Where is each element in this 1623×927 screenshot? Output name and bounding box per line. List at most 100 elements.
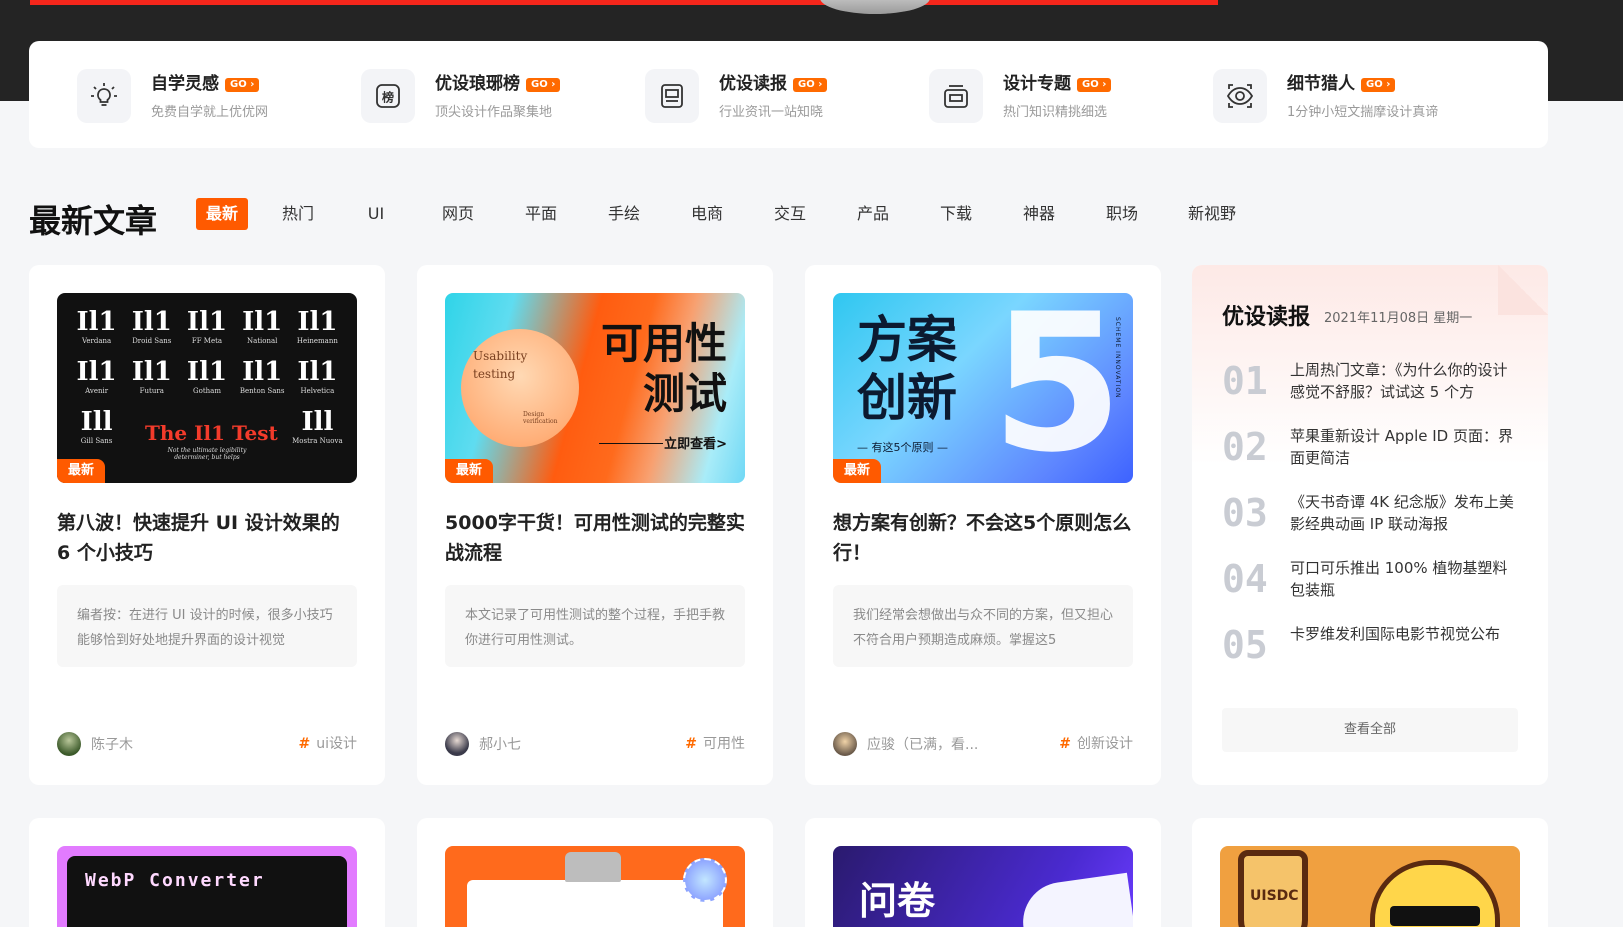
quick-nav-item-topics[interactable]: 设计专题 GO › 热门知识精挑细选 xyxy=(929,69,1159,123)
article-thumbnail[interactable]: Usability testing Design verification 可用… xyxy=(445,293,745,483)
font-sample-name: Heinemann xyxy=(296,337,338,345)
daily-news-panel: 优设读报 2021年11月08日 星期一 01 上周热门文章：《为什么你的设计感… xyxy=(1192,265,1548,785)
font-sample: Il1 Futura xyxy=(124,357,179,395)
news-item[interactable]: 02 苹果重新设计 Apple ID 页面：界面更简洁 xyxy=(1222,423,1522,473)
thumbnail-headline: The Il1 Test xyxy=(145,421,278,445)
quick-nav-title: 设计专题 GO › xyxy=(1003,69,1112,94)
tab-web[interactable]: 网页 xyxy=(440,198,476,230)
thumbnail-panel xyxy=(67,856,347,927)
font-sample-glyph: Ill xyxy=(80,407,113,437)
tab-handdrawn[interactable]: 手绘 xyxy=(606,198,642,230)
news-headline[interactable]: 可口可乐推出 100% 植物基塑料包装瓶 xyxy=(1290,557,1522,601)
tab-tools[interactable]: 神器 xyxy=(1021,198,1057,230)
article-card[interactable]: Usability testing Design verification 可用… xyxy=(417,265,773,785)
article-tag[interactable]: # 创新设计 xyxy=(1059,732,1133,756)
sunglasses-icon xyxy=(1390,906,1480,926)
go-badge: GO › xyxy=(225,78,260,92)
quick-nav-item-news[interactable]: 优设读报 GO › 行业资讯一站知晓 xyxy=(645,69,875,123)
article-thumbnail[interactable]: UISDC xyxy=(1220,846,1520,927)
thumbnail-headline: WebP Converter xyxy=(85,870,265,891)
thumbnail-divider xyxy=(599,443,663,444)
article-title[interactable]: 想方案有创新？不会这5个原则怎么行！ xyxy=(833,508,1133,568)
font-sample-glyph: Il1 xyxy=(131,307,172,337)
hash-icon: # xyxy=(685,736,697,752)
news-headline[interactable]: 《天书奇谭 4K 纪念版》发布上美影经典动画 IP 联动海报 xyxy=(1290,491,1522,535)
news-item[interactable]: 05 卡罗维发利国际电影节视觉公布 xyxy=(1222,621,1522,671)
scroll-paper-icon xyxy=(1017,872,1133,927)
article-excerpt: 编者按：在进行 UI 设计的时候，很多小技巧能够恰到好处地提升界面的设计视觉 xyxy=(57,585,357,667)
news-headline[interactable]: 上周热门文章：《为什么你的设计感觉不舒服？试试这 5 个方 xyxy=(1290,359,1522,403)
tab-career[interactable]: 职场 xyxy=(1104,198,1140,230)
article-thumbnail[interactable] xyxy=(445,846,745,927)
newspaper-icon xyxy=(645,69,699,123)
article-thumbnail[interactable]: 5 方案创新 — 有这5个原则 — SCHEME INNOVATION 最新 xyxy=(833,293,1133,483)
article-title[interactable]: 5000字干货！可用性测试的完整实战流程 xyxy=(445,508,745,568)
tab-graphic[interactable]: 平面 xyxy=(523,198,559,230)
author[interactable]: 陈子木 xyxy=(57,732,133,756)
news-headline[interactable]: 卡罗维发利国际电影节视觉公布 xyxy=(1290,623,1522,645)
page-fold-decoration xyxy=(1498,265,1548,315)
news-number: 03 xyxy=(1222,491,1268,535)
thumbnail-vertical-text: SCHEME INNOVATION xyxy=(1114,317,1121,399)
quick-nav-title: 细节猎人 GO › xyxy=(1287,69,1396,94)
font-sample-glyph: Il1 xyxy=(76,357,117,387)
font-sample: Il1 Avenir xyxy=(69,357,124,395)
quick-nav-subtitle: 免费自学就上优优网 xyxy=(151,105,269,120)
author-name: 应骏（已满，看... xyxy=(867,737,979,753)
article-tag[interactable]: # ui设计 xyxy=(299,732,358,756)
tab-new-vision[interactable]: 新视野 xyxy=(1186,198,1238,230)
tab-product[interactable]: 产品 xyxy=(855,198,891,230)
thumbnail-headline: 问卷 xyxy=(859,879,936,923)
lightbulb-icon xyxy=(77,69,131,123)
news-item[interactable]: 01 上周热门文章：《为什么你的设计感觉不舒服？试试这 5 个方 xyxy=(1222,357,1522,407)
go-badge: GO › xyxy=(1077,78,1112,92)
article-card[interactable]: UISDC xyxy=(1192,818,1548,927)
font-sample: Il1 Droid Sans xyxy=(124,307,179,345)
font-sample-glyph: Il1 xyxy=(186,307,228,337)
article-card[interactable]: 问卷 xyxy=(805,818,1161,927)
thumbnail-link-text: 立即查看> xyxy=(664,437,727,452)
article-tag[interactable]: # 可用性 xyxy=(685,732,745,756)
font-sample-glyph: Ill xyxy=(301,407,334,437)
article-card[interactable] xyxy=(417,818,773,927)
thumbnail-number: 5 xyxy=(991,293,1124,483)
article-card[interactable]: 5 方案创新 — 有这5个原则 — SCHEME INNOVATION 最新 想… xyxy=(805,265,1161,785)
news-item[interactable]: 03 《天书奇谭 4K 纪念版》发布上美影经典动画 IP 联动海报 xyxy=(1222,489,1522,539)
view-all-button[interactable]: 查看全部 xyxy=(1222,708,1518,752)
article-excerpt: 我们经常会想做出与众不同的方案，但又担心不符合用户预期造成麻烦。掌握这5 xyxy=(833,585,1133,667)
quick-nav-item-inspiration[interactable]: 自学灵感 GO › 免费自学就上优优网 xyxy=(77,69,307,123)
article-title[interactable]: 第八波！快速提升 UI 设计效果的 6 个小技巧 xyxy=(57,508,357,568)
news-number: 01 xyxy=(1222,359,1268,403)
article-thumbnail[interactable]: Il1 Verdana Il1 Droid Sans Il1 FF Meta Il1 Nati… xyxy=(57,293,357,483)
author[interactable]: 应骏（已满，看... xyxy=(833,732,978,756)
font-sample-glyph: Il1 xyxy=(242,307,283,337)
avatar xyxy=(445,732,469,756)
font-sample-glyph: Il1 xyxy=(297,307,338,337)
font-sample-name: Mostra Nuova xyxy=(292,437,343,445)
thumbnail-subtitle: — 有这5个原则 — xyxy=(857,441,948,454)
tab-interaction[interactable]: 交互 xyxy=(772,198,808,230)
tab-download[interactable]: 下载 xyxy=(938,198,974,230)
author[interactable]: 郝小七 xyxy=(445,732,521,756)
quick-nav-item-ranking[interactable]: 榜 优设琅琊榜 GO › 顶尖设计作品聚集地 xyxy=(361,69,591,123)
news-item[interactable]: 04 可口可乐推出 100% 植物基塑料包装瓶 xyxy=(1222,555,1522,605)
quick-nav-subtitle: 顶尖设计作品聚集地 xyxy=(435,105,553,120)
font-sample: Il1 Heinemann xyxy=(290,307,345,345)
tab-latest[interactable]: 最新 xyxy=(196,198,248,230)
quick-nav-item-detail-hunter[interactable]: 细节猎人 GO › 1分钟小短文揣摩设计真谛 xyxy=(1213,69,1463,123)
tab-ecommerce[interactable]: 电商 xyxy=(689,198,725,230)
quick-nav-title: 优设读报 GO › xyxy=(719,69,828,94)
tab-ui[interactable]: UI xyxy=(362,198,390,230)
news-headline[interactable]: 苹果重新设计 Apple ID 页面：界面更简洁 xyxy=(1290,425,1522,469)
news-panel-title[interactable]: 优设读报 xyxy=(1222,299,1310,331)
eye-icon xyxy=(1213,69,1267,123)
quick-nav-title: 优设琅琊榜 GO › xyxy=(435,69,561,94)
font-sample-name: Futura xyxy=(139,387,164,395)
article-card[interactable]: WebP Converter xyxy=(29,818,385,927)
article-thumbnail[interactable]: WebP Converter xyxy=(57,846,357,927)
quick-nav-bar: 自学灵感 GO › 免费自学就上优优网 榜 优设琅琊榜 GO › 顶尖设计作品聚集地… xyxy=(29,41,1548,148)
article-thumbnail[interactable]: 问卷 xyxy=(833,846,1133,927)
tab-hot[interactable]: 热门 xyxy=(280,198,316,230)
ranking-icon: 榜 xyxy=(361,69,415,123)
article-card[interactable]: Il1 Verdana Il1 Droid Sans Il1 FF Meta Il1 Nati… xyxy=(29,265,385,785)
